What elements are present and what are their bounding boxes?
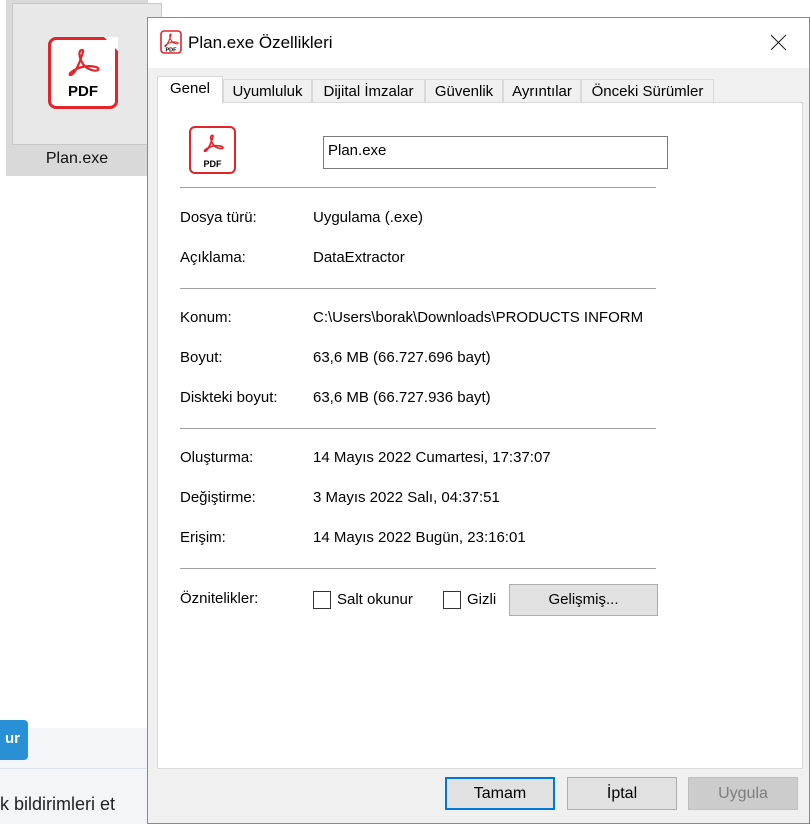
tab-dijital-imzalar[interactable]: Dijital İmzalar xyxy=(312,79,425,103)
readonly-checkbox[interactable] xyxy=(313,591,331,609)
separator xyxy=(180,428,656,429)
separator xyxy=(180,187,656,188)
readonly-checkbox-label[interactable]: Salt okunur xyxy=(337,591,413,608)
accessed-value: 14 Mayıs 2022 Bugün, 23:16:01 xyxy=(313,529,526,546)
accessed-label: Erişim: xyxy=(180,529,226,546)
file-name-field[interactable]: Plan.exe xyxy=(323,136,668,169)
dialog-title: Plan.exe Özellikleri xyxy=(188,33,333,52)
description-label: Açıklama: xyxy=(180,249,246,266)
background-notification-text: k bildirimleri et xyxy=(0,794,116,814)
file-type-label: Dosya türü: xyxy=(180,209,257,226)
pdf-file-icon[interactable]: PDF xyxy=(48,37,118,109)
size-on-disk-label: Diskteki boyut: xyxy=(180,389,278,406)
modified-value: 3 Mayıs 2022 Salı, 04:37:51 xyxy=(313,489,500,506)
acrobat-logo-icon xyxy=(203,134,224,152)
size-value: 63,6 MB (66.727.696 bayt) xyxy=(313,349,491,366)
background-divider xyxy=(0,768,148,769)
created-label: Oluşturma: xyxy=(180,449,254,466)
advanced-button[interactable]: Gelişmiş... xyxy=(509,584,658,616)
file-type-value: Uygulama (.exe) xyxy=(313,209,424,226)
tab-onceki-surumler[interactable]: Önceki Sürümler xyxy=(581,79,714,103)
cancel-button[interactable]: İptal xyxy=(567,777,677,810)
acrobat-logo-icon xyxy=(68,48,100,76)
modified-label: Değiştirme: xyxy=(180,489,256,506)
tab-guvenlik[interactable]: Güvenlik xyxy=(425,79,503,103)
size-on-disk-value: 63,6 MB (66.727.936 bayt) xyxy=(313,389,491,406)
pdf-file-icon-large: PDF xyxy=(189,126,236,174)
tab-ayrintilar[interactable]: Ayrıntılar xyxy=(503,79,581,103)
file-name-label[interactable]: Plan.exe xyxy=(6,150,148,168)
size-label: Boyut: xyxy=(180,349,223,366)
hidden-checkbox[interactable] xyxy=(443,591,461,609)
description-value: DataExtractor xyxy=(313,249,405,266)
general-tab-page: PDF Plan.exe Dosya türü: Uygulama (.exe)… xyxy=(157,102,803,769)
close-button[interactable] xyxy=(749,18,809,68)
dialog-titlebar[interactable]: PDF Plan.exe Özellikleri xyxy=(148,18,809,68)
properties-dialog: PDF Plan.exe Özellikleri Genel Uyumluluk… xyxy=(147,17,810,824)
attributes-label: Öznitelikler: xyxy=(180,590,259,607)
tab-genel[interactable]: Genel xyxy=(157,76,223,104)
pdf-icon-text: PDF xyxy=(203,159,222,169)
svg-text:PDF: PDF xyxy=(166,48,178,54)
created-value: 14 Mayıs 2022 Cumartesi, 17:37:07 xyxy=(313,449,551,466)
location-label: Konum: xyxy=(180,309,232,326)
background-blue-button[interactable]: ur xyxy=(0,720,28,760)
pdf-title-icon: PDF xyxy=(160,30,182,54)
separator xyxy=(180,568,656,569)
background-button-label: ur xyxy=(5,730,20,747)
apply-button[interactable]: Uygula xyxy=(688,777,798,810)
ok-button[interactable]: Tamam xyxy=(445,777,555,810)
tab-uyumluluk[interactable]: Uyumluluk xyxy=(223,79,312,103)
location-value[interactable]: C:\Users\borak\Downloads\PRODUCTS INFORM xyxy=(313,309,643,326)
separator xyxy=(180,288,656,289)
pdf-icon-text: PDF xyxy=(68,83,98,100)
hidden-checkbox-label[interactable]: Gizli xyxy=(467,591,496,608)
